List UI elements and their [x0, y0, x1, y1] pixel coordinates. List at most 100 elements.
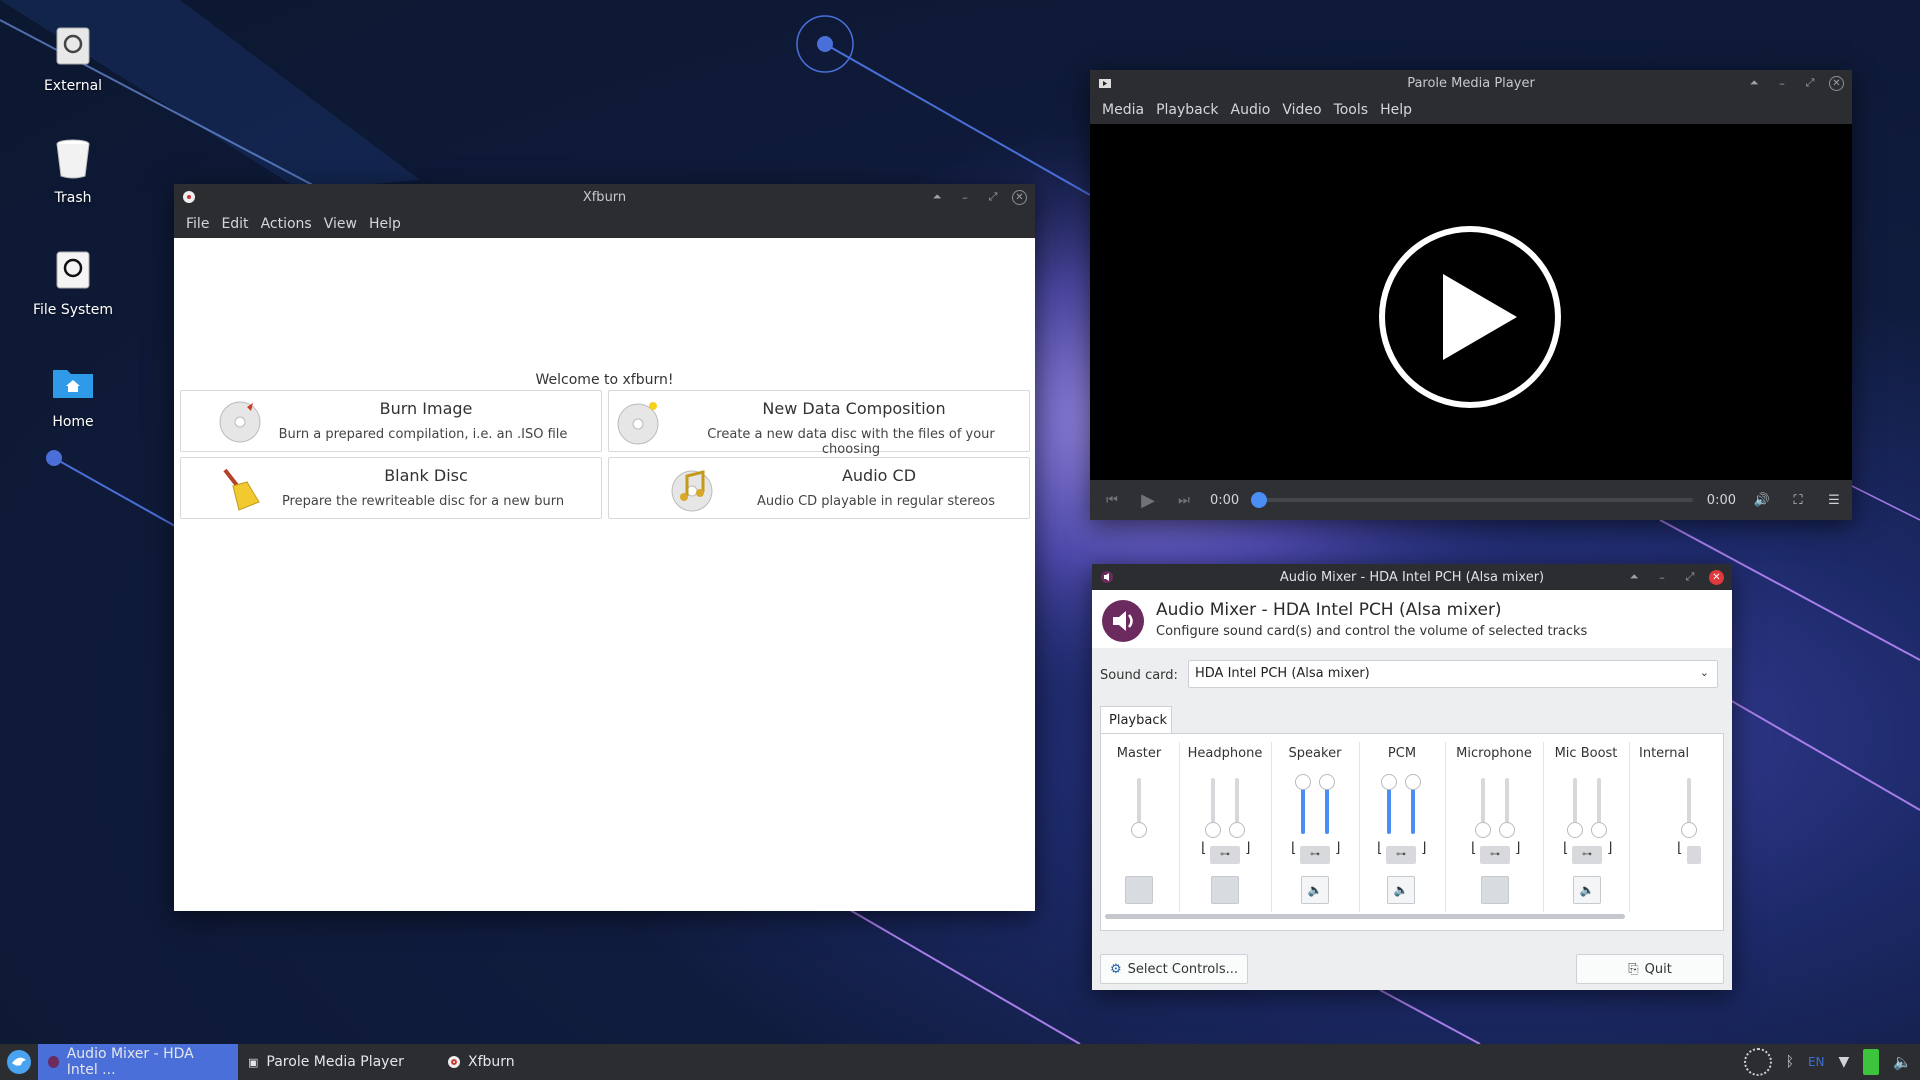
playlist-icon[interactable]: ☰ [1816, 493, 1852, 508]
fullscreen-icon[interactable]: ⛶ [1780, 493, 1816, 508]
mute-speaker-icon[interactable]: 🔈 [1387, 876, 1415, 904]
menu-actions[interactable]: Actions [255, 216, 318, 232]
mute-speaker-icon[interactable]: 🔈 [1573, 876, 1601, 904]
parole-menubar: Media Playback Audio Video Tools Help [1090, 96, 1852, 124]
volume-icon[interactable]: 🔊 [1744, 493, 1780, 508]
minimize-icon[interactable]: – [1773, 74, 1791, 92]
link-channels-icon[interactable]: ⊶ [1300, 846, 1330, 864]
bracket-left: ⌊ [1677, 840, 1683, 856]
slider-handle[interactable] [1229, 822, 1245, 838]
close-icon[interactable]: ✕ [1012, 189, 1027, 205]
desktop-icon-file-system[interactable]: File System [18, 248, 128, 318]
volume-slider-right[interactable] [1229, 778, 1245, 838]
menu-tools[interactable]: Tools [1328, 102, 1375, 118]
mute-toggle[interactable] [1125, 876, 1153, 904]
mute-speaker-icon[interactable]: 🔈 [1301, 876, 1329, 904]
menu-help[interactable]: Help [363, 216, 407, 232]
shade-icon[interactable]: ⏶ [928, 188, 946, 206]
tab-playback[interactable]: Playback [1100, 706, 1172, 734]
desktop-icon-home[interactable]: Home [18, 360, 128, 430]
select-controls-button[interactable]: ⚙ Select Controls... [1100, 954, 1248, 984]
volume-slider-left[interactable] [1681, 778, 1697, 838]
taskbar-item-parole[interactable]: ▣ Parole Media Player [238, 1044, 438, 1080]
play-icon[interactable]: ▶ [1130, 490, 1166, 511]
whisker-menu-button[interactable] [0, 1044, 38, 1080]
slider-handle[interactable] [1381, 774, 1397, 790]
slider-handle[interactable] [1681, 822, 1697, 838]
close-icon[interactable]: ✕ [1829, 75, 1844, 91]
volume-icon[interactable]: 🔈 [1893, 1053, 1912, 1071]
new-data-composition-button[interactable]: New Data Composition Create a new data d… [608, 390, 1030, 457]
keyboard-layout[interactable]: EN [1808, 1055, 1825, 1069]
mixer-titlebar[interactable]: Audio Mixer - HDA Intel PCH (Alsa mixer)… [1092, 564, 1732, 590]
slider-handle[interactable] [1405, 774, 1421, 790]
minimize-icon[interactable]: – [956, 188, 974, 206]
quit-button[interactable]: ⎘ Quit [1576, 954, 1724, 984]
menu-file[interactable]: File [180, 216, 215, 232]
link-channels-icon[interactable]: ⊶ [1210, 846, 1240, 864]
audio-cd-button[interactable]: Audio CD Audio CD playable in regular st… [608, 457, 1030, 519]
channel-microphone: Microphone ⌊ ⊶ ⌋ [1447, 734, 1541, 914]
link-channels-icon[interactable] [1687, 846, 1701, 864]
drive-icon [56, 27, 90, 65]
volume-slider-left[interactable] [1567, 778, 1583, 838]
maximize-icon[interactable]: ⤢ [1681, 568, 1699, 586]
link-channels-icon[interactable]: ⊶ [1572, 846, 1602, 864]
taskbar-item-audio-mixer[interactable]: Audio Mixer - HDA Intel ... [38, 1044, 238, 1080]
soundcard-select[interactable]: HDA Intel PCH (Alsa mixer) ⌄ [1188, 660, 1718, 688]
mute-toggle[interactable] [1481, 876, 1509, 904]
desktop-icon-trash[interactable]: Trash [18, 136, 128, 206]
wifi-icon[interactable]: ▼ [1839, 1054, 1850, 1070]
volume-slider[interactable] [1131, 778, 1147, 838]
bluetooth-icon[interactable]: ᛒ [1786, 1054, 1794, 1070]
link-channels-icon[interactable]: ⊶ [1480, 846, 1510, 864]
desktop-icon-label: Home [52, 414, 94, 430]
previous-track-icon[interactable]: ⏮ [1094, 493, 1130, 508]
menu-audio[interactable]: Audio [1225, 102, 1277, 118]
burn-image-button[interactable]: Burn Image Burn a prepared compilation, … [180, 390, 602, 452]
slider-handle[interactable] [1475, 822, 1491, 838]
slider-handle[interactable] [1591, 822, 1607, 838]
close-icon[interactable]: ✕ [1709, 569, 1724, 585]
volume-slider-left[interactable] [1475, 778, 1491, 838]
desktop-icon-external[interactable]: External [18, 24, 128, 94]
menu-video[interactable]: Video [1276, 102, 1327, 118]
maximize-icon[interactable]: ⤢ [1801, 74, 1819, 92]
horizontal-scrollbar[interactable] [1105, 914, 1625, 919]
slider-handle[interactable] [1319, 774, 1335, 790]
slider-handle[interactable] [1131, 822, 1147, 838]
slider-handle[interactable] [1205, 822, 1221, 838]
slider-handle[interactable] [1567, 822, 1583, 838]
taskbar-item-xfburn[interactable]: Xfburn [438, 1044, 598, 1080]
slider-handle[interactable] [1499, 822, 1515, 838]
parole-titlebar[interactable]: Parole Media Player ⏶ – ⤢ ✕ [1090, 70, 1852, 96]
xfburn-titlebar[interactable]: Xfburn ⏶ – ⤢ ✕ [174, 184, 1035, 210]
shade-icon[interactable]: ⏶ [1625, 568, 1643, 586]
volume-slider-left[interactable] [1295, 774, 1311, 834]
video-area[interactable] [1090, 124, 1852, 480]
link-channels-icon[interactable]: ⊶ [1386, 846, 1416, 864]
volume-slider-right[interactable] [1591, 778, 1607, 838]
menu-view[interactable]: View [318, 216, 363, 232]
volume-slider-left[interactable] [1381, 774, 1397, 834]
maximize-icon[interactable]: ⤢ [984, 188, 1002, 206]
menu-media[interactable]: Media [1096, 102, 1150, 118]
battery-icon[interactable] [1863, 1049, 1880, 1075]
menu-help[interactable]: Help [1374, 102, 1418, 118]
minimize-icon[interactable]: – [1653, 568, 1671, 586]
mute-toggle[interactable] [1211, 876, 1239, 904]
volume-slider-right[interactable] [1499, 778, 1515, 838]
big-play-icon[interactable] [1377, 224, 1563, 410]
seek-slider[interactable] [1251, 492, 1693, 508]
slider-handle[interactable] [1295, 774, 1311, 790]
channel-label: Internal [1639, 746, 1690, 761]
blank-disc-button[interactable]: Blank Disc Prepare the rewriteable disc … [180, 457, 602, 519]
shade-icon[interactable]: ⏶ [1745, 74, 1763, 92]
menu-playback[interactable]: Playback [1150, 102, 1224, 118]
menu-edit[interactable]: Edit [215, 216, 254, 232]
volume-slider-right[interactable] [1319, 774, 1335, 834]
seek-handle[interactable] [1251, 492, 1268, 508]
volume-slider-left[interactable] [1205, 778, 1221, 838]
next-track-icon[interactable]: ⏭ [1166, 493, 1202, 508]
volume-slider-right[interactable] [1405, 774, 1421, 834]
